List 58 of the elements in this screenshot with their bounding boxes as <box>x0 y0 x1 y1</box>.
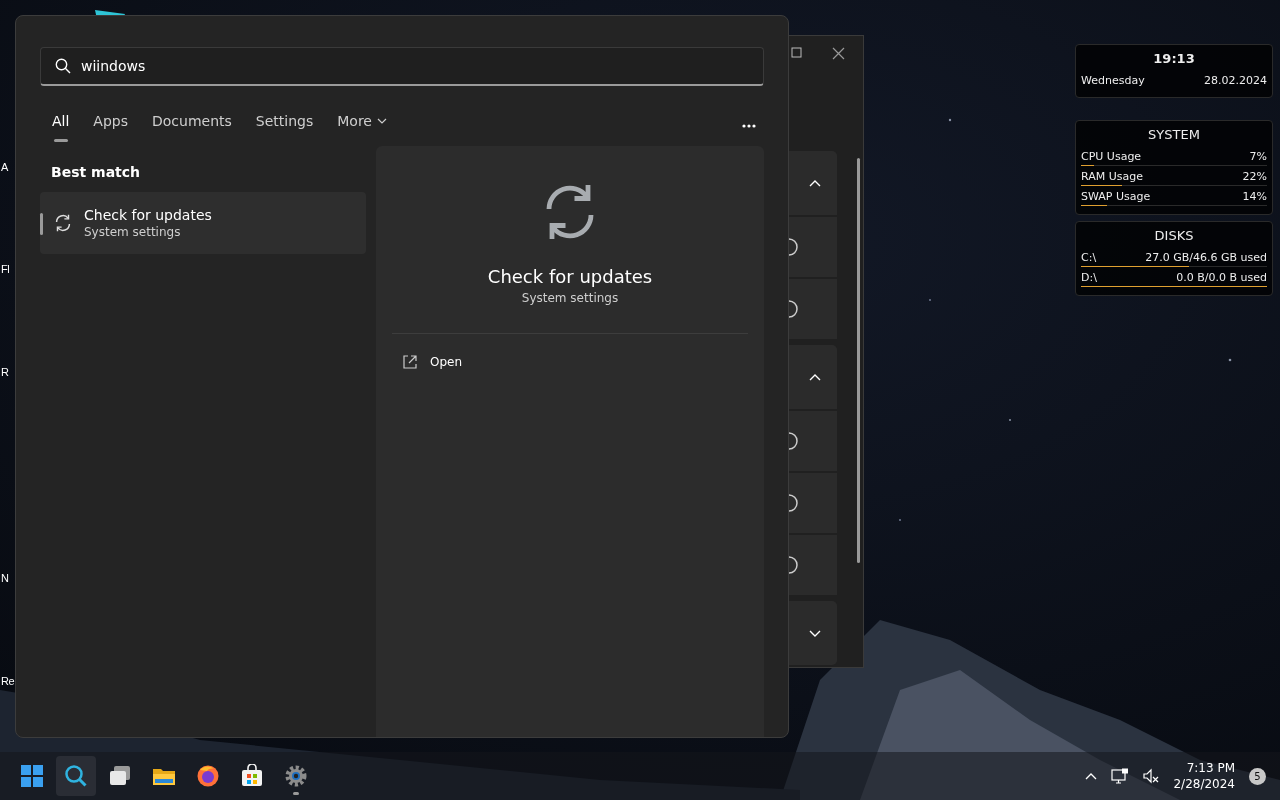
chevron-up-icon[interactable] <box>1085 771 1098 781</box>
widget-title: SYSTEM <box>1147 127 1201 142</box>
date-label: 28.02.2024 <box>1204 74 1267 87</box>
preview-title: Check for updates <box>487 266 653 287</box>
search-taskbar-icon <box>64 764 88 788</box>
start-button <box>20 764 44 788</box>
desktop-icon-label[interactable]: A <box>1 161 8 173</box>
metric-label: CPU Usage <box>1081 150 1142 163</box>
search-icon <box>55 58 71 74</box>
desktop-icon-label[interactable]: Re <box>1 675 15 687</box>
close-icon[interactable] <box>832 47 845 60</box>
result-item[interactable]: Check for updates System settings <box>40 192 366 254</box>
clock-time: 19:13 <box>1152 51 1196 66</box>
result-subtitle: System settings <box>84 225 182 239</box>
filter-tab[interactable]: All <box>40 104 82 142</box>
search-field[interactable]: wiindows <box>40 47 764 86</box>
radio-icon[interactable] <box>789 432 798 450</box>
metric-label: C:\ <box>1081 251 1097 264</box>
network-icon[interactable] <box>1111 768 1130 784</box>
filter-tab[interactable]: Settings <box>243 104 326 142</box>
metric-value: 0.0 B/0.0 B used <box>1176 271 1267 284</box>
browser-icon <box>196 764 220 788</box>
metric-value: 14% <box>1242 190 1267 203</box>
weekday-label: Wednesday <box>1081 74 1145 87</box>
chevron-icon <box>377 118 387 124</box>
ellipsis-icon <box>742 123 756 128</box>
task-view-icon <box>108 764 132 788</box>
section-heading: Best match <box>51 164 142 180</box>
result-title: Check for updates <box>84 207 212 223</box>
open-action[interactable]: Open <box>392 344 473 380</box>
widget-title: DISKS <box>1153 228 1195 243</box>
radio-icon[interactable] <box>789 300 798 318</box>
taskbar-button[interactable] <box>56 756 96 796</box>
running-indicator <box>293 792 299 795</box>
radio-icon[interactable] <box>789 238 798 256</box>
store-icon <box>240 764 264 788</box>
desktop-icon-label[interactable]: N <box>1 572 9 584</box>
metric-label: RAM Usage <box>1081 170 1143 183</box>
taskbar-date[interactable]: 2/28/2024 <box>1173 776 1235 792</box>
desktop-icon-label[interactable]: R <box>1 366 9 378</box>
metric-label: SWAP Usage <box>1081 190 1151 203</box>
filter-tab[interactable]: Documents <box>140 104 244 142</box>
preview-subtitle: System settings <box>521 291 619 305</box>
speaker-muted-icon[interactable] <box>1143 768 1160 784</box>
external-link-icon <box>402 354 418 370</box>
dropdown-tab[interactable]: More <box>325 104 399 142</box>
filter-tab[interactable]: Apps <box>81 104 140 142</box>
metric-label: D:\ <box>1081 271 1097 284</box>
settings-icon <box>284 764 308 788</box>
metric-value: 27.0 GB/46.6 GB used <box>1145 251 1267 264</box>
metric-value: 22% <box>1242 170 1267 183</box>
desktop-icon-label[interactable]: Fl <box>1 263 10 275</box>
radio-icon[interactable] <box>789 556 798 574</box>
radio-icon[interactable] <box>789 494 798 512</box>
maximize-icon[interactable] <box>791 47 802 58</box>
scrollbar[interactable] <box>857 158 860 563</box>
metric-value: 7% <box>1249 150 1267 163</box>
taskbar-time[interactable]: 7:13 PM <box>1186 760 1235 776</box>
